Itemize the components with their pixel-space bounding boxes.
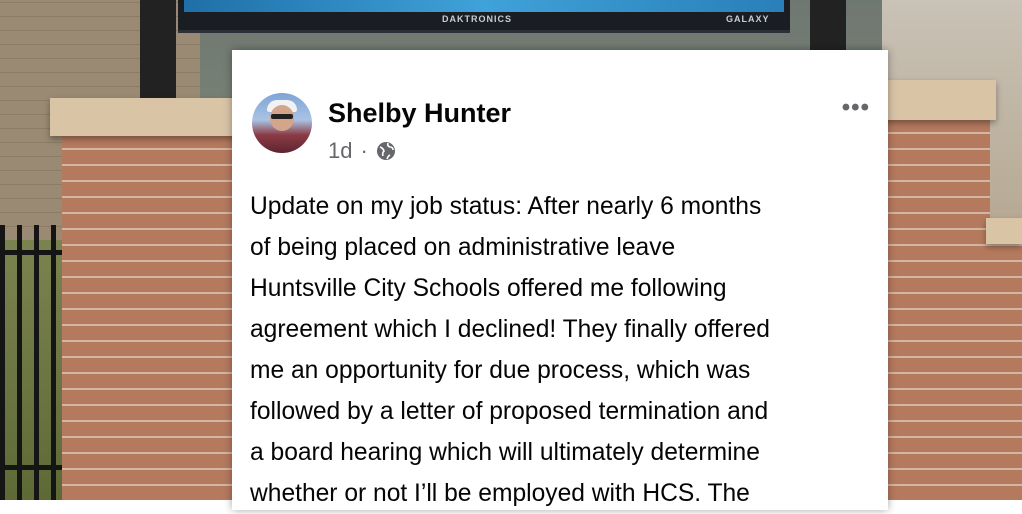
sign-brand-right: GALAXY	[726, 14, 770, 24]
fence-rail-top	[0, 250, 66, 255]
post-body: Update on my job status: After nearly 6 …	[250, 186, 875, 514]
globe-icon	[376, 141, 396, 161]
post-line: a board hearing which will ultimately de…	[250, 439, 760, 466]
sign-post-left	[140, 0, 176, 100]
post-line: agreement which I declined! They finally…	[250, 316, 770, 343]
sign-brand-left: DAKTRONICS	[442, 14, 512, 24]
brick-pillar-far-right	[990, 238, 1022, 500]
facebook-post-card: Shelby Hunter 1d · ••• Update on my job …	[232, 50, 888, 510]
post-timestamp[interactable]: 1d	[328, 138, 352, 164]
led-screen	[184, 0, 784, 12]
iron-fence	[0, 225, 66, 500]
meta-separator: ·	[360, 138, 368, 163]
pillar-cap-far-right	[986, 218, 1022, 244]
led-sign: DAKTRONICS GALAXY	[178, 0, 790, 33]
post-line: Update on my job status: After nearly 6 …	[250, 193, 762, 220]
fence-rail-bottom	[0, 465, 66, 470]
avatar[interactable]	[252, 93, 312, 153]
pillar-cap-left	[50, 98, 244, 136]
post-author-name[interactable]: Shelby Hunter	[328, 98, 511, 129]
brick-pillar-left	[62, 130, 232, 500]
post-line: Huntsville City Schools offered me follo…	[250, 275, 727, 302]
avatar-sunglasses	[271, 114, 293, 119]
brick-pillar-right	[888, 118, 990, 500]
post-meta: 1d ·	[328, 138, 396, 164]
ellipsis-icon[interactable]: •••	[842, 94, 870, 122]
post-line: whether or not I’ll be employed with HCS…	[250, 480, 750, 507]
post-line: followed by a letter of proposed termina…	[250, 398, 769, 425]
post-line: of being placed on administrative leave	[250, 234, 676, 261]
pillar-cap-right	[880, 80, 996, 120]
post-line: me an opportunity for due process, which…	[250, 357, 751, 384]
